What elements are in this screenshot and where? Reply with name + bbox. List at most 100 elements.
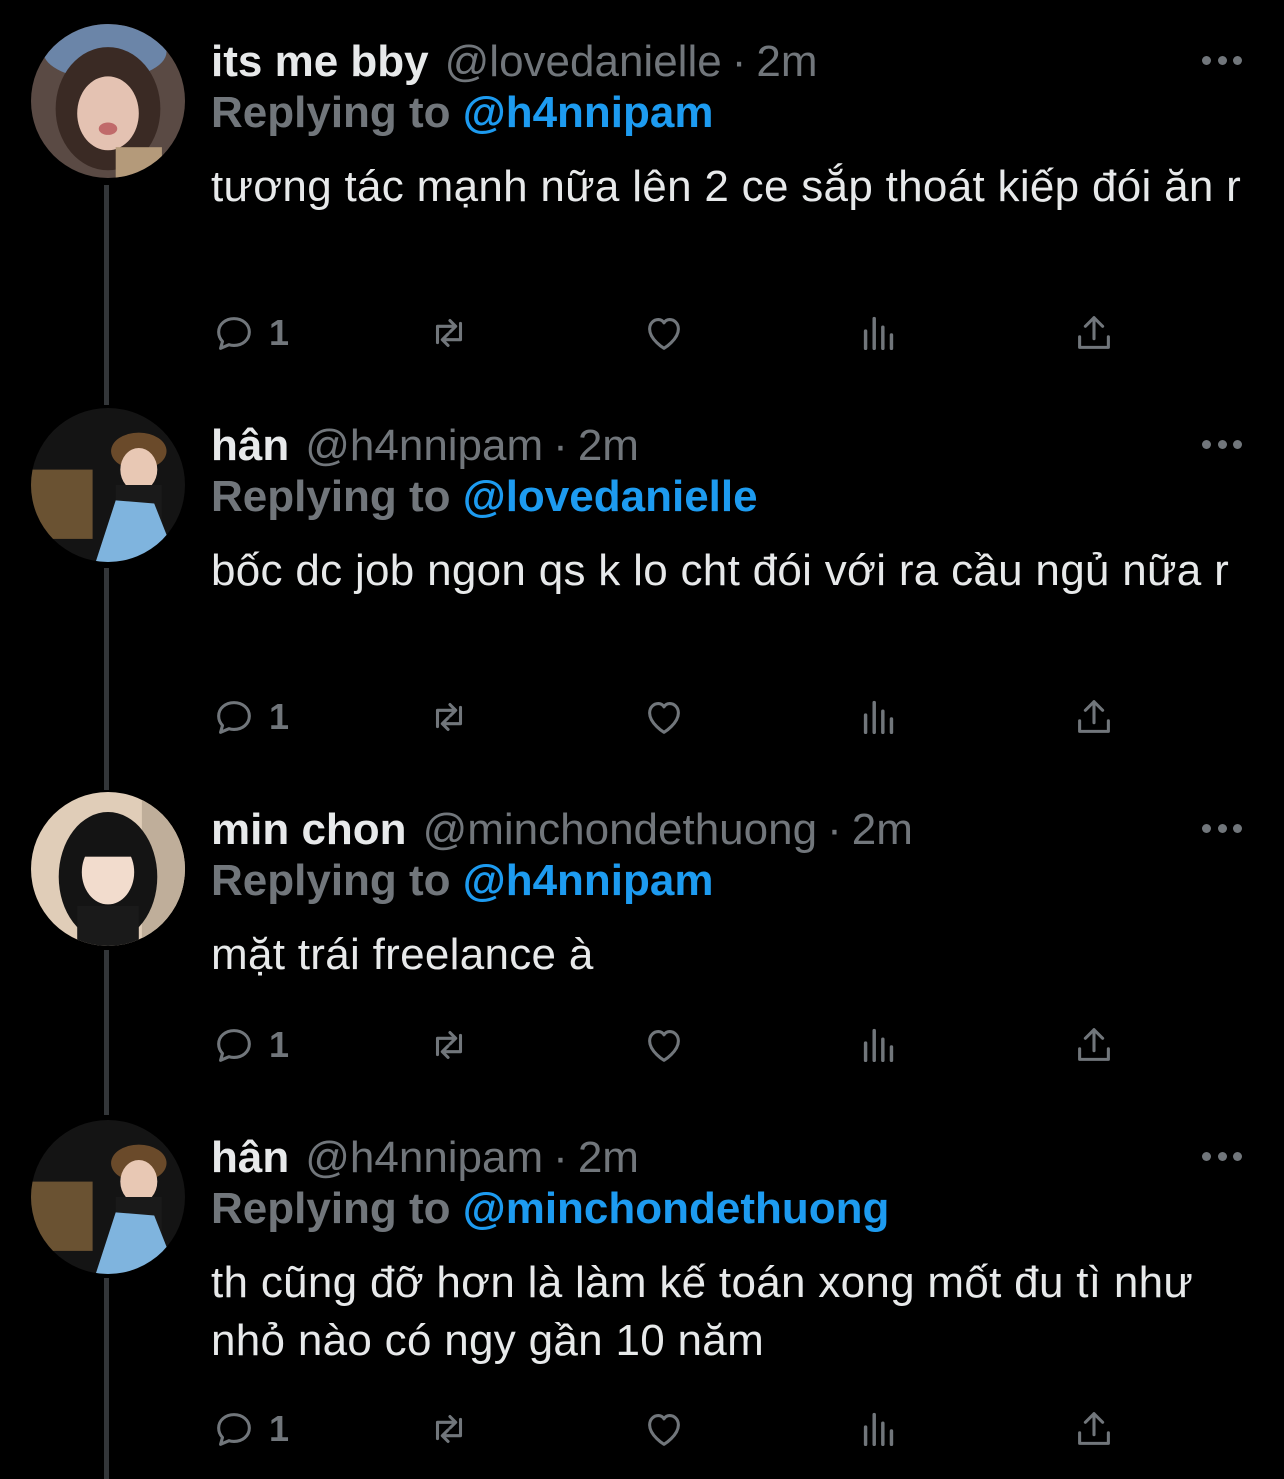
retweet-icon <box>435 703 463 731</box>
thread-line <box>104 950 109 1115</box>
avatar-photo <box>31 24 185 178</box>
replying-prefix: Replying to <box>211 1184 451 1233</box>
user-handle[interactable]: @minchondethuong <box>423 805 818 855</box>
timestamp[interactable]: 2m <box>852 805 913 855</box>
display-name[interactable]: hân <box>211 1133 289 1183</box>
avatar-photo <box>31 408 185 562</box>
tweet-text: th cũng đỡ hơn là làm kế toán xong mốt đ… <box>211 1258 1194 1365</box>
retweet-button[interactable] <box>426 692 472 742</box>
display-name[interactable]: min chon <box>211 805 407 855</box>
views-icon <box>863 700 894 735</box>
share-button[interactable] <box>1071 1404 1117 1454</box>
retweet-button[interactable] <box>426 308 472 358</box>
like-button[interactable] <box>641 1020 687 1070</box>
retweet-icon <box>435 1415 463 1443</box>
mention-link[interactable]: @h4nnipam <box>463 88 714 137</box>
share-icon <box>1078 700 1110 733</box>
mention-link[interactable]: @minchondethuong <box>463 1184 890 1233</box>
thread-line <box>104 568 109 790</box>
like-button[interactable] <box>641 308 687 358</box>
reply-icon <box>217 317 251 350</box>
thread-line <box>104 185 109 405</box>
replying-prefix: Replying to <box>211 88 451 137</box>
retweet-button[interactable] <box>426 1404 472 1454</box>
tweet-text: bốc dc job ngon qs k lo cht đói với ra c… <box>211 546 1230 595</box>
action-bar: 1 <box>211 308 1131 358</box>
action-bar: 1 <box>211 1020 1131 1070</box>
views-button[interactable] <box>856 308 902 358</box>
tweet-header: its me bby @lovedanielle · 2m <box>211 32 817 92</box>
share-button[interactable] <box>1071 308 1117 358</box>
share-icon <box>1078 1028 1110 1061</box>
separator-dot: · <box>731 37 747 86</box>
share-icon <box>1078 1412 1110 1445</box>
views-button[interactable] <box>856 1020 902 1070</box>
replying-to: Replying to @h4nnipam <box>211 88 714 138</box>
action-bar: 1 <box>211 692 1131 742</box>
like-button[interactable] <box>641 692 687 742</box>
more-icon[interactable] <box>1202 52 1242 68</box>
views-button[interactable] <box>856 692 902 742</box>
reply-count: 1 <box>269 1408 290 1449</box>
timestamp[interactable]: 2m <box>578 1133 639 1183</box>
reply-count: 1 <box>269 1024 290 1065</box>
heart-icon <box>648 1414 680 1446</box>
replying-prefix: Replying to <box>211 472 451 521</box>
action-bar: 1 <box>211 1404 1131 1454</box>
tweet-header: min chon @minchondethuong · 2m <box>211 800 913 860</box>
more-icon[interactable] <box>1202 820 1242 836</box>
reply-button[interactable]: 1 <box>211 1020 289 1070</box>
reply-button[interactable]: 1 <box>211 1404 289 1454</box>
tweet-text: tương tác mạnh nữa lên 2 ce sắp thoát ki… <box>211 162 1242 211</box>
avatar[interactable] <box>31 792 185 946</box>
views-icon <box>863 1028 894 1063</box>
user-handle[interactable]: @h4nnipam <box>305 421 543 471</box>
reply-icon <box>217 1413 251 1446</box>
mention-link[interactable]: @lovedanielle <box>463 472 758 521</box>
views-icon <box>863 1412 894 1447</box>
more-icon[interactable] <box>1202 436 1242 452</box>
tweet-header: hân @h4nnipam · 2m <box>211 1128 639 1188</box>
avatar[interactable] <box>31 408 185 562</box>
avatar-photo <box>31 792 185 946</box>
replying-to: Replying to @minchondethuong <box>211 1184 889 1234</box>
timestamp[interactable]: 2m <box>578 421 639 471</box>
share-button[interactable] <box>1071 692 1117 742</box>
replying-prefix: Replying to <box>211 856 451 905</box>
user-handle[interactable]: @h4nnipam <box>305 1133 543 1183</box>
reply-button[interactable]: 1 <box>211 308 289 358</box>
avatar[interactable] <box>31 1120 185 1274</box>
views-icon <box>863 316 894 351</box>
timestamp[interactable]: 2m <box>756 37 817 87</box>
separator-dot: · <box>827 805 842 854</box>
reply-button[interactable]: 1 <box>211 692 289 742</box>
share-icon <box>1078 316 1110 349</box>
display-name[interactable]: its me bby <box>211 37 429 87</box>
retweet-button[interactable] <box>426 1020 472 1070</box>
separator-dot: · <box>553 421 568 470</box>
separator-dot: · <box>553 1133 568 1182</box>
share-button[interactable] <box>1071 1020 1117 1070</box>
display-name[interactable]: hân <box>211 421 289 471</box>
heart-icon <box>648 702 680 734</box>
reply-icon <box>217 1029 251 1062</box>
reply-count: 1 <box>269 696 290 737</box>
reply-count: 1 <box>269 312 290 353</box>
retweet-icon <box>435 319 463 347</box>
tweet-text: mặt trái freelance à <box>211 930 594 979</box>
avatar-photo <box>31 1120 185 1274</box>
mention-link[interactable]: @h4nnipam <box>463 856 714 905</box>
views-button[interactable] <box>856 1404 902 1454</box>
replying-to: Replying to @lovedanielle <box>211 472 758 522</box>
thread-line <box>104 1278 109 1479</box>
reply-icon <box>217 701 251 734</box>
avatar[interactable] <box>31 24 185 178</box>
tweet-header: hân @h4nnipam · 2m <box>211 416 639 476</box>
replying-to: Replying to @h4nnipam <box>211 856 714 906</box>
heart-icon <box>648 318 680 350</box>
user-handle[interactable]: @lovedanielle <box>445 37 722 87</box>
retweet-icon <box>435 1031 463 1059</box>
heart-icon <box>648 1030 680 1062</box>
more-icon[interactable] <box>1202 1148 1242 1164</box>
like-button[interactable] <box>641 1404 687 1454</box>
